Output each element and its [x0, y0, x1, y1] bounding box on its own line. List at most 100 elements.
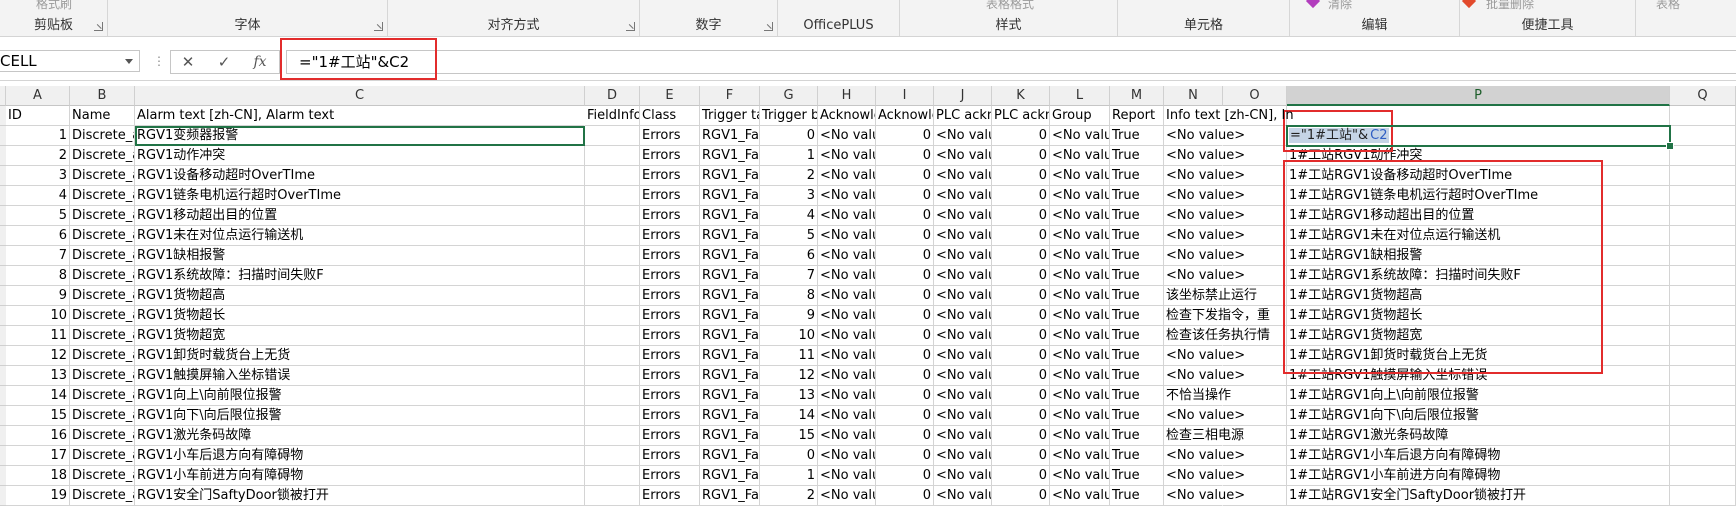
table-cell[interactable]: RGV1_Fa	[700, 206, 760, 226]
column-header-p[interactable]: P	[1287, 86, 1670, 106]
table-cell[interactable]: 1	[760, 466, 818, 486]
table-cell[interactable]: 6	[760, 246, 818, 266]
table-cell[interactable]: <No valu	[934, 486, 992, 506]
name-box[interactable]: CELL	[0, 50, 140, 72]
table-cell[interactable]: 17	[6, 446, 70, 466]
table-cell[interactable]: <No valu	[818, 246, 876, 266]
table-cell[interactable]: 检查三相电源	[1164, 426, 1244, 446]
table-cell[interactable]: 0	[876, 426, 934, 446]
format-painter-label[interactable]: 格式刷	[36, 0, 72, 12]
header-cell-l[interactable]: Group	[1050, 106, 1110, 126]
table-cell[interactable]: 15	[6, 406, 70, 426]
table-cell[interactable]: Discrete_a	[70, 326, 135, 346]
table-cell[interactable]: <No valu	[934, 246, 992, 266]
table-cell[interactable]: Discrete_a	[70, 466, 135, 486]
table-cell[interactable]: <No valu	[934, 146, 992, 166]
table-cell[interactable]: <No value>	[1164, 226, 1245, 246]
format-as-table-label[interactable]: 表格格式	[986, 0, 1034, 12]
table-cell[interactable]: 检查下发指令，重	[1164, 306, 1270, 326]
eraser-icon[interactable]	[1305, 0, 1321, 9]
table-cell[interactable]: RGV1卸货时载货台上无货	[135, 346, 585, 366]
table-cell[interactable]: Errors	[640, 226, 700, 246]
table-cell[interactable]: RGV1设备移动超时OverTIme	[135, 166, 585, 186]
dialog-launcher-icon[interactable]	[626, 22, 635, 31]
table-cell[interactable]: RGV1_Fa	[700, 346, 760, 366]
table-cell[interactable]: Errors	[640, 346, 700, 366]
column-header-d[interactable]: D	[585, 86, 640, 106]
table-cell[interactable]: 14	[6, 386, 70, 406]
table-cell[interactable]: <No valu	[934, 426, 992, 446]
table-cell[interactable]: Errors	[640, 306, 700, 326]
table-cell[interactable]: RGV1触摸屏输入坐标错误	[135, 366, 585, 386]
table-cell[interactable]: True	[1110, 266, 1164, 286]
table-cell[interactable]: 2	[760, 486, 818, 506]
table-cell[interactable]: 11	[6, 326, 70, 346]
table-cell[interactable]: <No value>	[1164, 246, 1245, 266]
table-cell[interactable]: 1#工站RGV1激光条码故障	[1287, 426, 1670, 446]
header-cell-c[interactable]: Alarm text [zh-CN], Alarm text	[135, 106, 585, 126]
table-cell[interactable]: True	[1110, 146, 1164, 166]
batch-delete-icon[interactable]	[1461, 0, 1477, 9]
spreadsheet-grid[interactable]: A B C D E F G H I J K L M N O P Q ID Name Alarm text [zh-CN…	[0, 86, 1736, 506]
table-cell[interactable]: Discrete_a	[70, 306, 135, 326]
table-cell[interactable]: <No valu	[818, 426, 876, 446]
table-cell[interactable]: True	[1110, 246, 1164, 266]
column-header-e[interactable]: E	[640, 86, 700, 106]
table-cell[interactable]: 19	[6, 486, 70, 506]
table-cell[interactable]: <No valu	[818, 346, 876, 366]
header-cell-g[interactable]: Trigger b	[760, 106, 818, 126]
table-cell[interactable]: Errors	[640, 326, 700, 346]
table-cell[interactable]: Errors	[640, 146, 700, 166]
table-cell[interactable]: 1	[6, 126, 70, 146]
table-cell[interactable]: 0	[876, 226, 934, 246]
table-cell[interactable]: 1#工站RGV1向下\向后限位报警	[1287, 406, 1670, 426]
table-cell[interactable]	[1670, 326, 1736, 346]
table-cell[interactable]: 1#工站RGV1未在对位点运行输送机	[1287, 226, 1670, 246]
table-cell[interactable]: <No value>	[1164, 166, 1245, 186]
table-cell[interactable]: 13	[760, 386, 818, 406]
table-cell[interactable]: RGV1_Fa	[700, 486, 760, 506]
table-cell[interactable]: 1	[760, 146, 818, 166]
table-cell[interactable]: <No valu	[934, 306, 992, 326]
table-cell[interactable]: <No valu	[818, 146, 876, 166]
table-cell[interactable]: <No valu	[934, 266, 992, 286]
table-cell[interactable]: 0	[876, 346, 934, 366]
table-cell[interactable]: Errors	[640, 266, 700, 286]
table-cell[interactable]: Discrete_a	[70, 386, 135, 406]
table-cell[interactable]	[585, 446, 640, 466]
clear-label[interactable]: 清除	[1328, 0, 1352, 12]
table-cell[interactable]: RGV1_Fa	[700, 266, 760, 286]
table-cell[interactable]: Errors	[640, 126, 700, 146]
table-cell[interactable]: Errors	[640, 206, 700, 226]
table-cell[interactable]	[585, 286, 640, 306]
dialog-launcher-icon[interactable]	[764, 22, 773, 31]
table-cell[interactable]: RGV1_Fa	[700, 166, 760, 186]
header-cell-p[interactable]	[1287, 106, 1670, 126]
table-cell[interactable]: <No valu	[934, 286, 992, 306]
table-cell[interactable]: Discrete_a	[70, 206, 135, 226]
table-cell[interactable]: 0	[992, 286, 1050, 306]
table-cell[interactable]	[585, 146, 640, 166]
table-cell[interactable]: True	[1110, 486, 1164, 506]
table-cell[interactable]: True	[1110, 306, 1164, 326]
column-header-a[interactable]: A	[6, 86, 70, 106]
table-cell[interactable]: 5	[6, 206, 70, 226]
table-cell[interactable]: 0	[876, 446, 934, 466]
table-cell[interactable]	[585, 186, 640, 206]
table-cell[interactable]	[1670, 206, 1736, 226]
table-cell[interactable]	[1670, 226, 1736, 246]
table-cell[interactable]: 7	[6, 246, 70, 266]
table-cell[interactable]: 7	[760, 266, 818, 286]
table-cell[interactable]: 0	[876, 246, 934, 266]
table-cell[interactable]: 0	[992, 466, 1050, 486]
table-cell[interactable]: <No value>	[1164, 366, 1245, 386]
table-cell[interactable]: <No valu	[1050, 266, 1110, 286]
table-cell[interactable]	[585, 386, 640, 406]
table-cell[interactable]	[585, 206, 640, 226]
table-cell[interactable]: 1#工站RGV1小车后退方向有障碍物	[1287, 446, 1670, 466]
table-cell[interactable]: <No value>	[1164, 466, 1245, 486]
table-cell[interactable]: 1#工站RGV1安全门SaftyDoor锁被打开	[1287, 486, 1670, 506]
table-cell[interactable]	[1670, 426, 1736, 446]
table-cell[interactable]: <No valu	[818, 446, 876, 466]
table-cell[interactable]: 9	[760, 306, 818, 326]
